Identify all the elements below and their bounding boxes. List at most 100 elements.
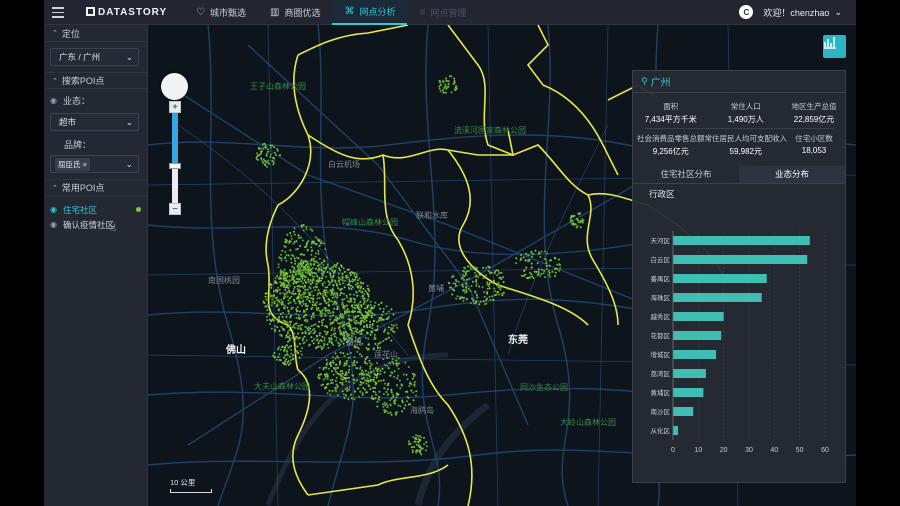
menu-icon[interactable] [52, 7, 64, 18]
zoom-in-button[interactable]: + [169, 101, 181, 113]
bar[interactable] [673, 388, 704, 397]
stat-label: 常住人口 [730, 102, 761, 111]
zoom-handle[interactable] [169, 163, 181, 169]
poi-point [282, 297, 285, 300]
bar[interactable] [673, 426, 679, 435]
common-poi-section-header[interactable]: ⌃ 常用POI点 [44, 179, 147, 196]
poi-point [297, 280, 300, 283]
poi-point [351, 286, 354, 288]
poi-point [290, 237, 293, 240]
city-stats: 面积 7,434平方千米 常住人口 1,490万人 地区生产总值 22,859亿元 社… [633, 93, 845, 160]
poi-point [345, 371, 348, 373]
bar[interactable] [673, 312, 724, 321]
poi-point [360, 381, 363, 384]
poi-point [409, 442, 412, 445]
poi-point [341, 390, 344, 393]
poi-point [309, 327, 312, 330]
brand-select[interactable]: 屈臣氏 × ⌄ [50, 155, 139, 173]
zoom-fill [172, 113, 178, 165]
eye-icon[interactable]: ◉ [50, 205, 57, 214]
compass-control[interactable] [161, 73, 188, 100]
poi-point [260, 157, 263, 160]
nav-city-select[interactable]: ♡ 城市甄选 [184, 0, 258, 25]
chart-toggle-button[interactable] [823, 35, 846, 58]
bar[interactable] [673, 331, 722, 340]
poi-point [417, 438, 420, 441]
bar[interactable] [673, 369, 706, 378]
location-section-header[interactable]: ⌃ 定位 [44, 25, 147, 42]
poi-point [311, 340, 314, 342]
search-poi-section-header[interactable]: ⌃ 搜索POI点 [44, 72, 147, 89]
zoom-out-button[interactable]: − [169, 203, 181, 215]
poi-point [286, 295, 289, 298]
poi-point [359, 366, 362, 369]
poi-point [346, 304, 348, 307]
business-select[interactable]: 超市 ⌄ [50, 113, 139, 131]
y-category-label: 黄埔区 [651, 388, 671, 397]
bar[interactable] [673, 255, 808, 264]
poi-item-residential[interactable]: ◉ 住宅社区 [44, 202, 147, 217]
poi-point [274, 277, 277, 280]
poi-point [266, 148, 269, 151]
poi-point [293, 340, 296, 343]
zoom-slider[interactable] [169, 113, 181, 203]
poi-point [461, 273, 464, 276]
poi-point [304, 305, 307, 308]
poi-point [342, 316, 345, 319]
poi-point [320, 314, 323, 317]
poi-point [325, 372, 328, 375]
poi-point [370, 306, 373, 309]
poi-point [304, 331, 307, 334]
poi-point [293, 287, 295, 290]
poi-point [468, 277, 471, 280]
poi-point [268, 313, 271, 316]
poi-point [304, 295, 307, 298]
eye-icon[interactable]: ◉ [50, 220, 57, 229]
poi-point [483, 291, 486, 294]
poi-point [355, 319, 358, 322]
poi-point [269, 295, 272, 298]
poi-point [290, 257, 292, 260]
close-icon[interactable]: × [83, 160, 87, 169]
poi-point [312, 241, 314, 244]
location-pin-icon: ⚲ [641, 76, 648, 86]
tab-business-distribution[interactable]: 业态分布 [739, 166, 845, 183]
poi-point [326, 377, 329, 380]
poi-point [290, 359, 293, 362]
bar[interactable] [673, 407, 694, 416]
poi-point [362, 381, 365, 384]
poi-point [348, 388, 351, 391]
nav-business-district[interactable]: ▥ 商圈优选 [258, 0, 332, 25]
user-menu[interactable]: C 欢迎！chenzhao ⌄ [739, 5, 842, 19]
poi-point [335, 264, 338, 267]
poi-point [495, 269, 498, 271]
bar[interactable] [673, 274, 767, 283]
location-select[interactable]: 广东 / 广州 ⌄ [50, 48, 139, 66]
nav-outlet-analysis[interactable]: ⌘ 网点分析 [332, 0, 408, 25]
poi-point [295, 358, 298, 361]
bar[interactable] [673, 236, 810, 245]
poi-point [354, 327, 357, 330]
poi-point [455, 88, 458, 91]
poi-point [333, 335, 336, 338]
poi-point [336, 262, 339, 265]
bar[interactable] [673, 293, 762, 302]
poi-point [345, 373, 348, 376]
poi-point [282, 286, 285, 288]
poi-point [281, 311, 284, 314]
poi-point [292, 271, 295, 273]
nav-outlet-management[interactable]: ≡ 网点管理 [407, 0, 478, 25]
tab-residential-distribution[interactable]: 住宅社区分布 [633, 166, 739, 183]
poi-point [300, 280, 303, 283]
y-category-label: 白云区 [651, 255, 671, 264]
poi-point [379, 373, 382, 375]
poi-point [340, 264, 343, 267]
eye-icon[interactable]: ◉ [50, 96, 57, 105]
poi-point [442, 91, 445, 94]
poi-item-epidemic[interactable]: ◉ 确认疫情社区 ☝ [44, 217, 147, 235]
poi-point [316, 292, 319, 295]
brand-tag[interactable]: 屈臣氏 × [55, 157, 90, 171]
poi-point [353, 359, 356, 362]
poi-point [299, 327, 302, 330]
bar[interactable] [673, 350, 717, 359]
